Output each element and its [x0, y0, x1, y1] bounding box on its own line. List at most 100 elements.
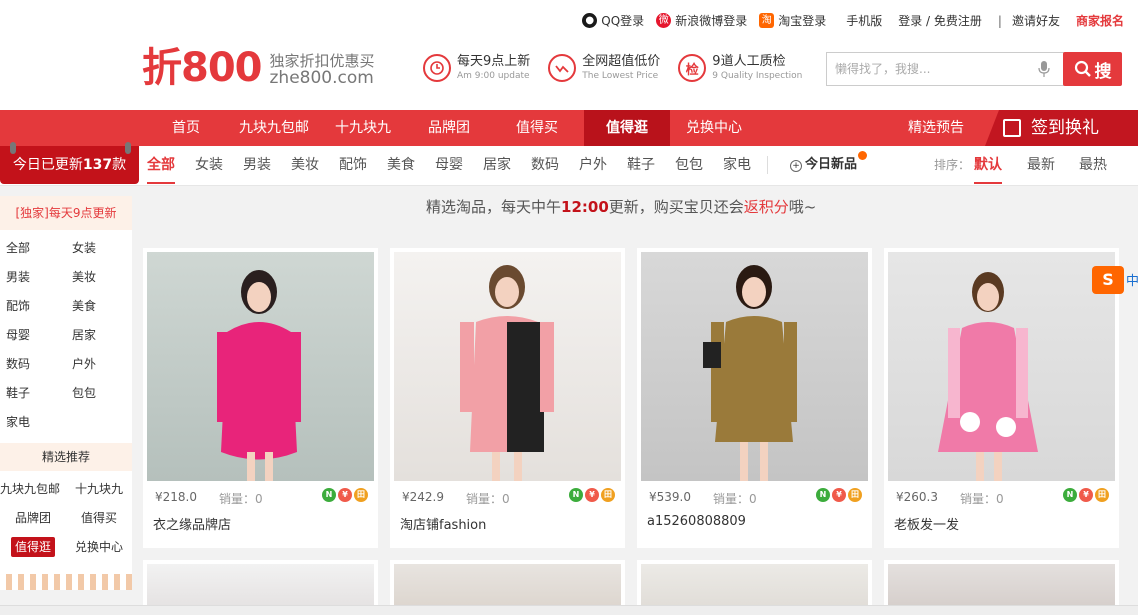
category-bags[interactable]: 包包 [675, 146, 703, 184]
sidebar-item-appliances[interactable]: 家电 [0, 408, 66, 437]
main-nav: 首页 九块九包邮 十九块九 品牌团 值得买 值得逛 兑换中心 精选预告 签到换礼 [0, 110, 1138, 146]
product-card[interactable]: ¥539.0 销量：0 N ¥ 田 a15260808809 [637, 248, 872, 548]
sidebar-item-exchange-center[interactable]: 兑换中心 [66, 533, 132, 562]
product-shop-name[interactable]: 淘店铺fashion [400, 514, 486, 533]
pin-icon [125, 142, 131, 154]
sidebar-item-food[interactable]: 美食 [66, 292, 132, 321]
feature-lowest-price: 全网超值低价 The Lowest Price [548, 54, 660, 82]
category-men[interactable]: 男装 [243, 146, 271, 184]
divider: | [997, 13, 1002, 28]
category-home[interactable]: 居家 [483, 146, 511, 184]
category-digital[interactable]: 数码 [531, 146, 559, 184]
category-all[interactable]: 全部 [147, 146, 175, 184]
sidebar-item-baby[interactable]: 母婴 [0, 321, 66, 350]
merchant-signup-link[interactable]: 商家报名 [1076, 12, 1124, 29]
yen-badge-icon: ¥ [338, 488, 352, 502]
product-image[interactable] [888, 252, 1115, 481]
category-outdoor[interactable]: 户外 [579, 146, 607, 184]
product-price: ¥260.3 [896, 490, 938, 504]
product-image[interactable] [147, 252, 374, 481]
product-price: ¥218.0 [155, 490, 197, 504]
product-card[interactable]: ¥242.9 销量：0 N ¥ 田 淘店铺fashion [390, 248, 625, 548]
category-shoes[interactable]: 鞋子 [627, 146, 655, 184]
nav-preview[interactable]: 精选预告 [908, 110, 964, 146]
product-image[interactable] [394, 252, 621, 481]
nav-nineteen-nine[interactable]: 十九块九 [328, 110, 398, 146]
product-image[interactable] [641, 252, 868, 481]
sidebar-item-digital[interactable]: 数码 [0, 350, 66, 379]
gift-badge-icon: 田 [601, 488, 615, 502]
category-baby[interactable]: 母婴 [435, 146, 463, 184]
features: 每天9点上新 Am 9:00 update 全网超值低价 The Lowest Pr… [423, 54, 820, 82]
sidebar-item-bags[interactable]: 包包 [66, 379, 132, 408]
taobao-login-link[interactable]: 淘淘宝登录 [759, 12, 826, 29]
search-input[interactable]: 懒得找了，我搜... [826, 52, 1064, 86]
product-card[interactable]: ¥218.0 销量：0 N ¥ 田 衣之缘品牌店 [143, 248, 378, 548]
product-card[interactable]: ¥260.3 销量：0 N ¥ 田 老板发一发 [884, 248, 1119, 548]
mobile-link[interactable]: 手机版 [846, 12, 882, 29]
sidebar-categories: 全部 女装 男装 美妆 配饰 美食 母婴 居家 数码 户外 鞋子 包包 家电 [0, 234, 132, 437]
product-shop-name[interactable]: a15260808809 [647, 514, 746, 529]
sidebar-item-worth-browsing[interactable]: 值得逛 [0, 533, 66, 562]
invite-friends-link[interactable]: 邀请好友 [1012, 12, 1060, 29]
nav-worth-browsing[interactable]: 值得逛 [584, 110, 670, 146]
pin-icon [10, 142, 16, 154]
sidebar-item-brand-group[interactable]: 品牌团 [0, 504, 66, 533]
category-beauty[interactable]: 美妆 [291, 146, 319, 184]
sidebar-item-home[interactable]: 居家 [66, 321, 132, 350]
check-icon: 检 [678, 54, 707, 82]
sidebar-item-women[interactable]: 女装 [66, 234, 132, 263]
nav-brand-group[interactable]: 品牌团 [418, 110, 480, 146]
sidebar-item-all[interactable]: 全部 [0, 234, 66, 263]
category-food[interactable]: 美食 [387, 146, 415, 184]
yen-badge-icon: ¥ [585, 488, 599, 502]
gift-badge-icon: 田 [354, 488, 368, 502]
product-badges: N ¥ 田 [320, 488, 368, 502]
product-sales: 销量：0 [466, 492, 510, 506]
sidebar-item-shoes[interactable]: 鞋子 [0, 379, 66, 408]
product-badges: N ¥ 田 [1061, 488, 1109, 502]
sidebar-header: [独家]每天9点更新 [0, 196, 132, 230]
weibo-login-link[interactable]: 微新浪微博登录 [656, 12, 747, 29]
qq-login-link[interactable]: ● QQ登录 [582, 12, 644, 29]
nav-worth-buying[interactable]: 值得买 [504, 110, 570, 146]
new-today-filter[interactable]: + 今日新品 [790, 146, 868, 184]
search-box: 懒得找了，我搜... 搜 [826, 52, 1122, 86]
gift-badge-icon: 田 [1095, 488, 1109, 502]
sidebar-item-outdoor[interactable]: 户外 [66, 350, 132, 379]
sidebar-item-beauty[interactable]: 美妆 [66, 263, 132, 292]
sogou-language-icon[interactable]: 中 [1126, 270, 1138, 289]
sogou-input-icon[interactable]: S [1092, 266, 1124, 294]
sort-hottest[interactable]: 最热 [1079, 146, 1107, 184]
nav-home[interactable]: 首页 [160, 110, 212, 146]
sort-newest[interactable]: 最新 [1027, 146, 1055, 184]
sidebar-item-nine-nine[interactable]: 九块九包邮 [0, 475, 66, 504]
sidebar-item-men[interactable]: 男装 [0, 263, 66, 292]
product-shop-name[interactable]: 衣之缘品牌店 [153, 514, 231, 533]
category-appliances[interactable]: 家电 [723, 146, 751, 184]
sidebar-item-accessories[interactable]: 配饰 [0, 292, 66, 321]
sort-label: 排序： [934, 158, 971, 172]
nav-nine-nine[interactable]: 九块九包邮 [232, 110, 316, 146]
feature-quality-check: 检 9道人工质检 9 Quality Inspection [678, 54, 802, 82]
category-women[interactable]: 女装 [195, 146, 223, 184]
sidebar: [独家]每天9点更新 全部 女装 男装 美妆 配饰 美食 母婴 居家 数码 户外… [0, 196, 132, 590]
divider [767, 156, 768, 174]
gift-badge-icon: 田 [848, 488, 862, 502]
product-shop-name[interactable]: 老板发一发 [894, 514, 959, 533]
nav-exchange-center[interactable]: 兑换中心 [680, 110, 748, 146]
product-badges: N ¥ 田 [814, 488, 862, 502]
category-accessories[interactable]: 配饰 [339, 146, 367, 184]
status-bar [0, 605, 1138, 615]
search-button[interactable]: 搜 [1063, 52, 1122, 86]
sidebar-border [0, 574, 132, 590]
top-bar: ● QQ登录 微新浪微博登录 淘淘宝登录 手机版 登录 / 免费注册 | 邀请好友… [0, 0, 1138, 42]
new-badge-icon: N [1063, 488, 1077, 502]
logo[interactable]: 折800 独家折扣优惠买 zhe800.com [142, 46, 375, 90]
microphone-icon[interactable] [1038, 61, 1050, 77]
login-register-link[interactable]: 登录 / 免费注册 [898, 12, 982, 29]
sidebar-item-worth-buying[interactable]: 值得买 [66, 504, 132, 533]
sidebar-item-nineteen-nine[interactable]: 十九块九 [66, 475, 132, 504]
signin-gift-button[interactable]: 签到换礼 [985, 110, 1138, 146]
sort-default[interactable]: 默认 [974, 146, 1002, 184]
